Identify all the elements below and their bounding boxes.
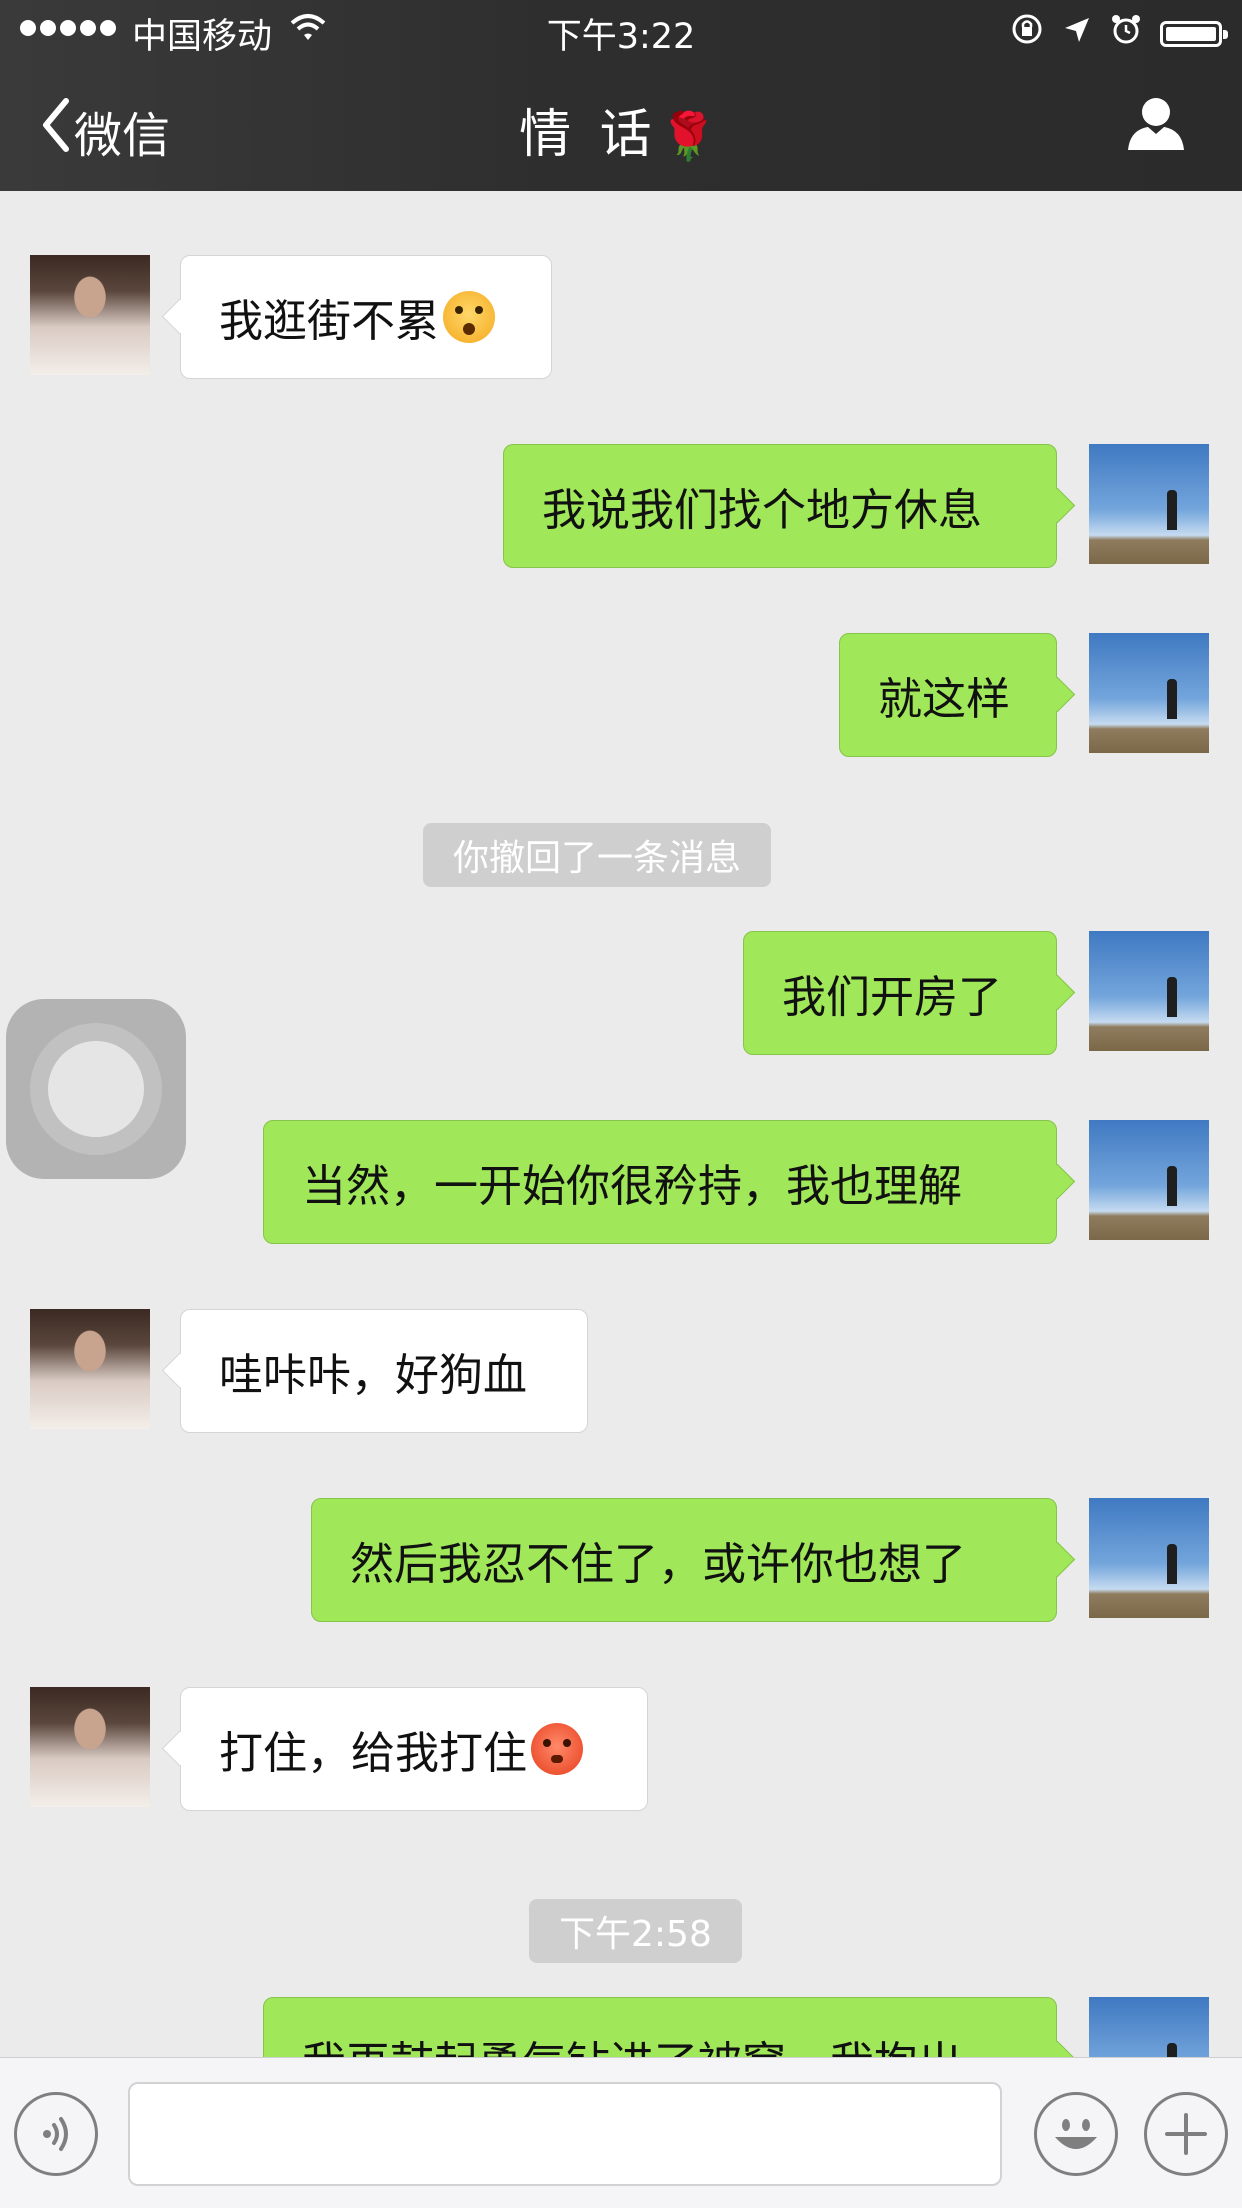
message-text: 我们开房了 xyxy=(782,972,1002,1023)
chat-info-button[interactable] xyxy=(1126,96,1186,156)
contact-avatar[interactable] xyxy=(30,1687,150,1807)
contact-avatar[interactable] xyxy=(30,255,150,375)
my-avatar[interactable] xyxy=(1089,633,1209,753)
my-avatar[interactable] xyxy=(1089,444,1209,564)
contact-avatar[interactable] xyxy=(30,1309,150,1429)
message-text: 打住，给我打住 xyxy=(219,1728,527,1779)
rose-icon: 🌹 xyxy=(659,109,723,163)
message-bubble-received[interactable]: 打住，给我打住 xyxy=(180,1687,648,1811)
my-avatar[interactable] xyxy=(1089,1997,1209,2057)
battery-icon xyxy=(1160,20,1228,47)
emoji-button[interactable] xyxy=(1034,2092,1118,2176)
top-bar: 中国移动 下午3:22 微信 情 话🌹 xyxy=(0,0,1242,191)
message-text: 我再鼓起勇气钻进了被窝，我抱出 xyxy=(302,2027,962,2057)
message-text: 哇咔咔，好狗血 xyxy=(219,1350,527,1401)
status-icons xyxy=(1010,12,1228,55)
message-bubble-sent[interactable]: 我再鼓起勇气钻进了被窝，我抱出 xyxy=(263,1997,1057,2057)
message-text: 我说我们找个地方休息 xyxy=(542,485,982,536)
assistive-touch-button[interactable] xyxy=(6,999,186,1179)
chat-title: 情 话🌹 xyxy=(0,92,1242,167)
message-bubble-sent[interactable]: 我们开房了 xyxy=(743,931,1057,1055)
astonished-emoji-icon xyxy=(443,291,495,343)
message-input[interactable] xyxy=(128,2082,1002,2186)
message-bubble-sent[interactable]: 我说我们找个地方休息 xyxy=(503,444,1057,568)
my-avatar[interactable] xyxy=(1089,1498,1209,1618)
message-bubble-sent[interactable]: 然后我忍不住了，或许你也想了 xyxy=(311,1498,1057,1622)
status-bar: 中国移动 下午3:22 xyxy=(0,0,1242,60)
message-bubble-sent[interactable]: 就这样 xyxy=(839,633,1057,757)
message-text: 当然，一开始你很矜持，我也理解 xyxy=(302,1161,962,1212)
message-text: 我逛街不累 xyxy=(219,296,439,347)
input-bar xyxy=(0,2057,1242,2208)
message-bubble-received[interactable]: 哇咔咔，好狗血 xyxy=(180,1309,588,1433)
chat-title-text: 情 话 xyxy=(519,105,658,165)
rotation-lock-icon xyxy=(1010,12,1044,55)
message-text: 然后我忍不住了，或许你也想了 xyxy=(350,1539,966,1590)
recall-notice: 你撤回了一条消息 xyxy=(423,823,772,887)
message-text: 就这样 xyxy=(878,674,1010,725)
timestamp-text: 下午2:58 xyxy=(559,1914,712,1955)
my-avatar[interactable] xyxy=(1089,1120,1209,1240)
voice-button[interactable] xyxy=(14,2092,98,2176)
chat-area[interactable]: 我逛街不累 我说我们找个地方休息 就这样 你撤回了一条消息 我们开房了 当然，一… xyxy=(0,191,1242,2057)
my-avatar[interactable] xyxy=(1089,931,1209,1051)
person-icon xyxy=(1126,98,1186,156)
message-bubble-received[interactable]: 我逛街不累 xyxy=(180,255,552,379)
timestamp-label: 下午2:58 xyxy=(529,1899,742,1963)
message-bubble-sent[interactable]: 当然，一开始你很矜持，我也理解 xyxy=(263,1120,1057,1244)
system-text: 你撤回了一条消息 xyxy=(453,838,742,879)
flushed-emoji-icon xyxy=(531,1723,583,1775)
more-button[interactable] xyxy=(1144,2092,1228,2176)
alarm-icon xyxy=(1110,13,1142,54)
location-arrow-icon xyxy=(1062,14,1092,54)
